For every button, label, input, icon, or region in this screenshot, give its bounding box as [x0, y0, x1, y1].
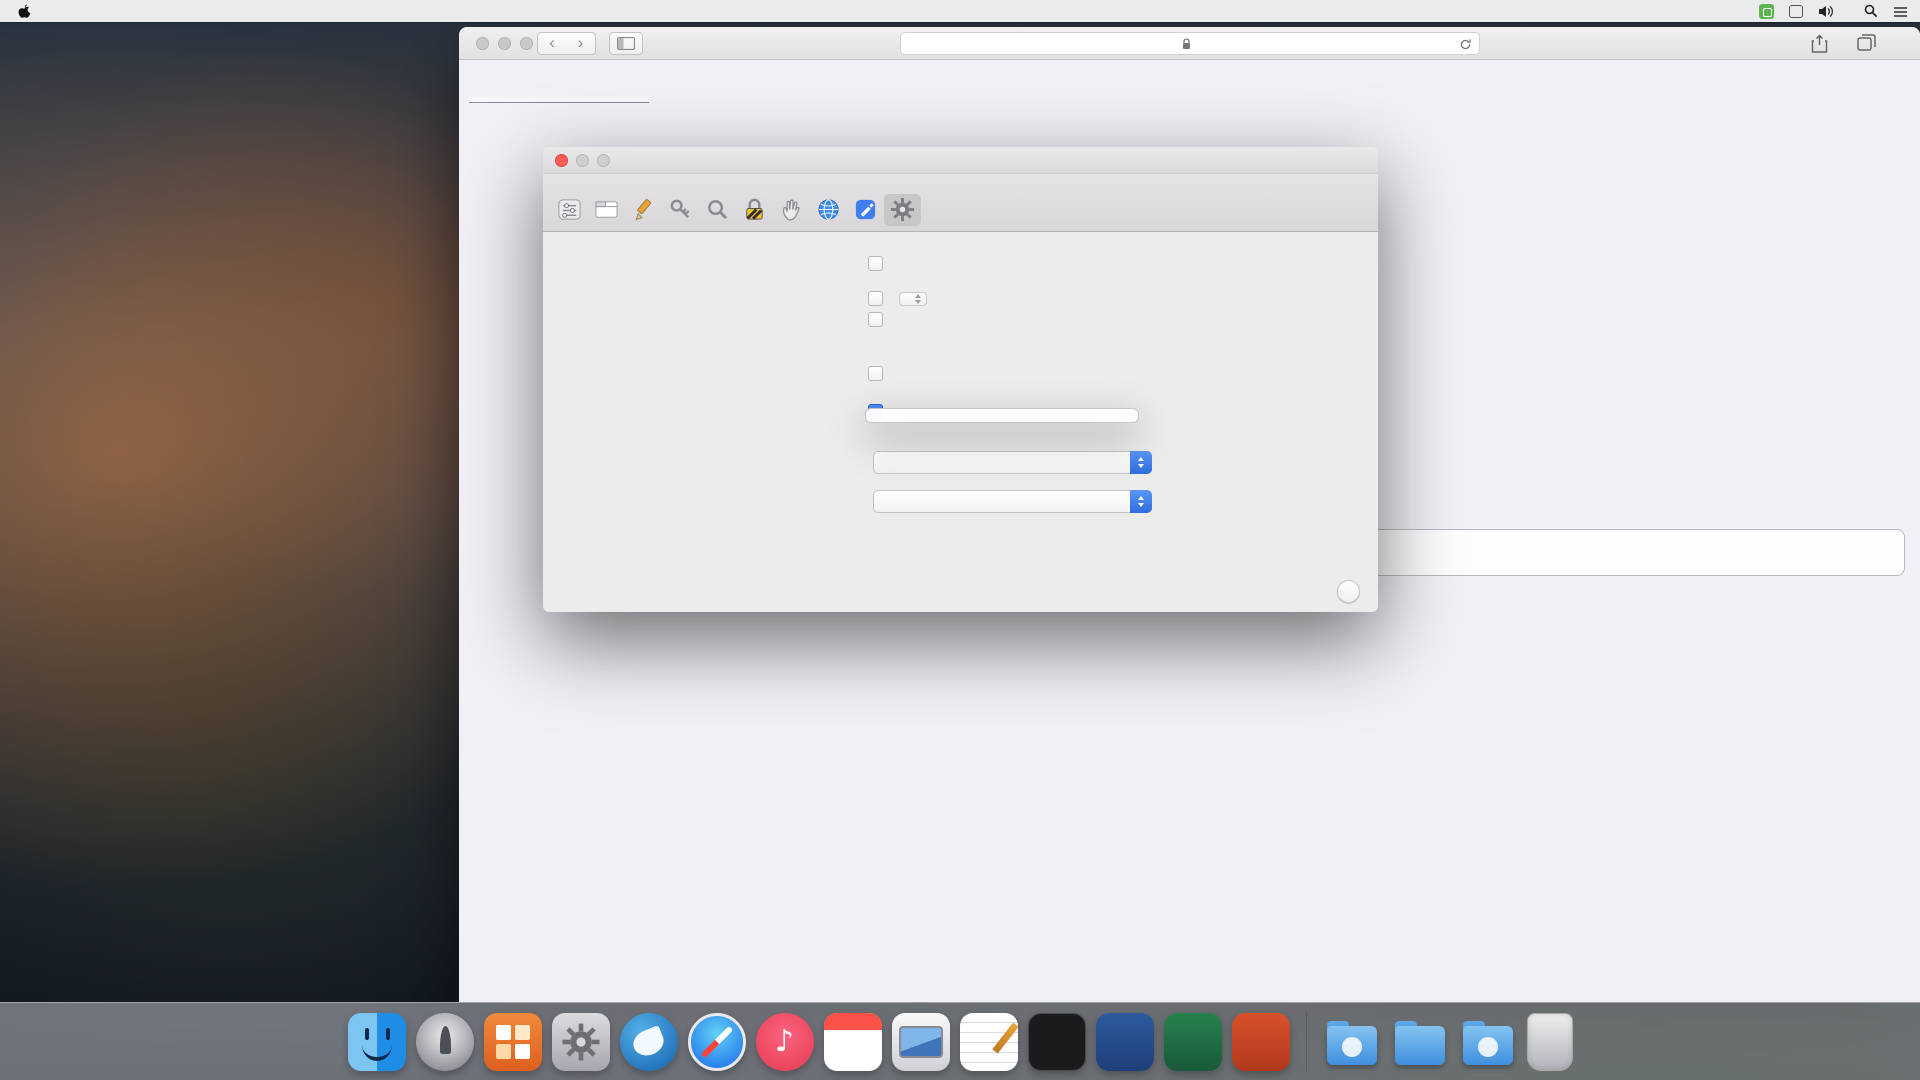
- window-minimize-button[interactable]: [498, 37, 511, 50]
- downloads-arrow-icon: [1478, 1037, 1498, 1057]
- gear-icon: [890, 197, 915, 222]
- sidebar-header: [469, 96, 649, 103]
- prefs-minimize-button: [576, 154, 589, 167]
- tab-advanced[interactable]: [884, 194, 921, 226]
- applications-badge: [1342, 1037, 1362, 1057]
- calendar-icon[interactable]: [824, 1013, 882, 1071]
- font-size-popup[interactable]: [899, 292, 927, 306]
- smart-search-checkbox[interactable]: [868, 256, 883, 271]
- reload-icon[interactable]: [1459, 38, 1472, 51]
- min-font-size-checkbox[interactable]: [868, 291, 883, 306]
- excel-icon[interactable]: [1164, 1013, 1222, 1071]
- share-icon[interactable]: [1811, 34, 1828, 53]
- word-icon[interactable]: [1096, 1013, 1154, 1071]
- thunderbird-icon[interactable]: [620, 1013, 678, 1071]
- sidebar-toggle-button[interactable]: [609, 32, 643, 55]
- tab-websites[interactable]: [810, 194, 847, 226]
- display-app-icon[interactable]: [892, 1013, 950, 1071]
- menubar-status-area: [1759, 4, 1908, 19]
- security-lock-icon: [742, 197, 767, 222]
- smart-search-row: [563, 256, 1362, 271]
- terminal-icon[interactable]: [1028, 1013, 1086, 1071]
- extensions-icon: [853, 197, 878, 222]
- itunes-icon[interactable]: [756, 1013, 814, 1071]
- safari-dock-icon[interactable]: [688, 1013, 746, 1071]
- downloads-folder-icon[interactable]: [1459, 1013, 1517, 1071]
- powerpoint-icon[interactable]: [1232, 1013, 1290, 1071]
- recent-updates-sidebar: [469, 96, 649, 111]
- general-icon: [557, 197, 582, 222]
- tab-search[interactable]: [699, 194, 736, 226]
- tab-autofill[interactable]: [625, 194, 662, 226]
- documents-folder-icon[interactable]: [1391, 1013, 1449, 1071]
- stylesheet-popup[interactable]: [873, 451, 1152, 474]
- notification-center-icon[interactable]: [1893, 5, 1908, 18]
- tab-extensions[interactable]: [847, 194, 884, 226]
- apple-menu-icon[interactable]: [12, 4, 37, 19]
- popup-chevrons-icon: [1130, 451, 1152, 474]
- menubar: [0, 0, 1920, 22]
- safari-preferences-window: [543, 147, 1378, 612]
- accessibility-row-2: [563, 312, 1362, 327]
- preferences-titlebar: [543, 147, 1378, 174]
- tab-passwords[interactable]: [662, 194, 699, 226]
- encoding-dropdown-menu: [865, 408, 1139, 423]
- tab-security[interactable]: [736, 194, 773, 226]
- back-button[interactable]: ‹: [537, 32, 567, 55]
- tab-highlight-checkbox[interactable]: [868, 312, 883, 327]
- dock: [0, 1002, 1920, 1080]
- tabs-icon: [594, 197, 619, 222]
- menu-extra-icon[interactable]: [1789, 5, 1803, 18]
- hand-icon: [779, 197, 804, 222]
- encoding-popup[interactable]: [873, 490, 1152, 513]
- applications-folder-icon[interactable]: [1323, 1013, 1381, 1071]
- preferences-toolbar: [543, 174, 1378, 232]
- trash-icon[interactable]: [1527, 1013, 1573, 1071]
- popup-chevrons-icon: [1130, 490, 1152, 513]
- window-zoom-button[interactable]: [520, 37, 533, 50]
- dock-separator: [1306, 1012, 1307, 1072]
- key-icon: [668, 197, 693, 222]
- accessibility-row-1: [563, 291, 1362, 306]
- lock-icon: [1182, 38, 1191, 50]
- launchpad-icon[interactable]: [416, 1013, 474, 1071]
- calendar-month: [824, 1013, 882, 1030]
- tab-privacy[interactable]: [773, 194, 810, 226]
- tab-tabs[interactable]: [588, 194, 625, 226]
- finder-icon[interactable]: [348, 1013, 406, 1071]
- menu-scroll-down-arrow[interactable]: [866, 413, 1138, 418]
- volume-icon[interactable]: [1818, 5, 1834, 18]
- browser-toolbar: ‹ ›: [459, 27, 1920, 60]
- prefs-zoom-button: [597, 154, 610, 167]
- globe-icon: [816, 197, 841, 222]
- system-preferences-icon[interactable]: [552, 1013, 610, 1071]
- tab-general[interactable]: [551, 194, 588, 226]
- window-close-button[interactable]: [476, 37, 489, 50]
- help-button[interactable]: [1337, 580, 1360, 603]
- spotlight-icon[interactable]: [1864, 4, 1878, 18]
- prefs-close-button[interactable]: [555, 154, 568, 167]
- pencil-icon: [631, 197, 656, 222]
- offline-reading-checkbox[interactable]: [868, 366, 883, 381]
- reading-list-row: [563, 366, 1362, 381]
- address-bar[interactable]: [900, 32, 1480, 55]
- forward-button[interactable]: ›: [566, 32, 596, 55]
- app-grid-icon[interactable]: [484, 1013, 542, 1071]
- magnifier-icon: [705, 197, 730, 222]
- status-app-icon[interactable]: [1759, 4, 1774, 19]
- tab-overview-icon[interactable]: [1857, 34, 1876, 51]
- textedit-icon[interactable]: [960, 1013, 1018, 1071]
